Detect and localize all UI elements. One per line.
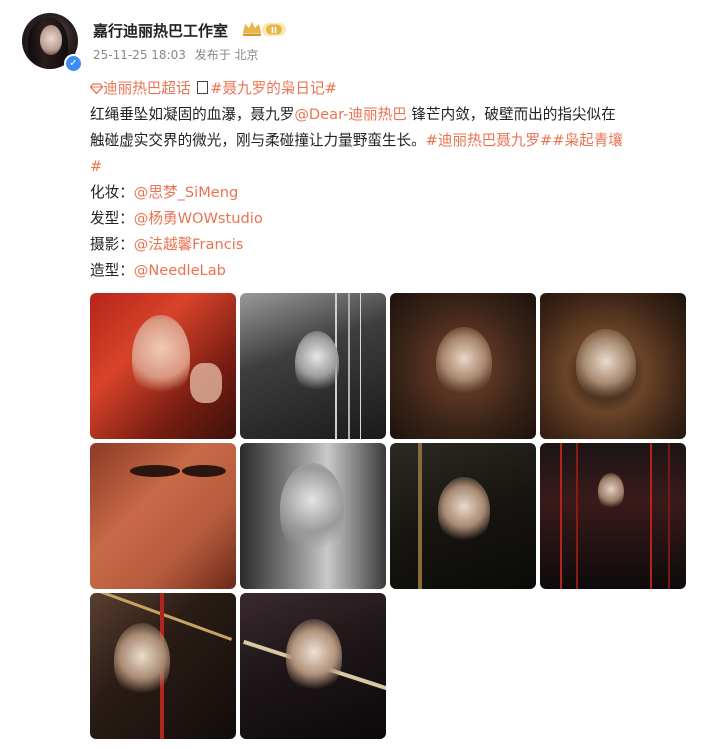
crown-icon [243, 22, 261, 33]
photo-9[interactable] [90, 593, 236, 739]
supertopic-link[interactable]: 迪丽热巴超话 [89, 80, 191, 97]
vip-level: II [271, 26, 277, 35]
diamond-icon [89, 83, 104, 95]
username[interactable]: 嘉行迪丽热巴工作室 [93, 20, 228, 41]
image-grid [90, 293, 688, 739]
credit-makeup: 化妆：@思梦_SiMeng [90, 184, 239, 201]
photo-8[interactable] [540, 443, 686, 589]
post-body: 迪丽热巴超话 #聂九罗的枭日记# 红绳垂坠如凝固的血瀑，聂九罗@Dear-迪丽热… [89, 76, 690, 284]
photo-4[interactable] [540, 293, 686, 439]
vip-badge-icon[interactable]: II [241, 20, 287, 38]
photo-6[interactable] [240, 443, 386, 589]
avatar-face [40, 25, 62, 55]
topic-line: 迪丽热巴超话 #聂九罗的枭日记# [89, 76, 690, 102]
mention-makeup[interactable]: @思梦_SiMeng [134, 184, 238, 201]
topic-link-2[interactable]: #迪丽热巴聂九罗# [426, 132, 553, 149]
mention-hair[interactable]: @杨勇WOWstudio [134, 210, 263, 227]
credit-hair: 发型：@杨勇WOWstudio [90, 210, 263, 227]
photo-5[interactable] [90, 443, 236, 589]
verified-icon: ✓ [64, 54, 83, 73]
mention-styling[interactable]: @NeedleLab [134, 262, 226, 279]
topic-link-3[interactable]: #枭起青壤 [552, 132, 623, 149]
post-text-line-2: 触碰虚实交界的微光，刚与柔碰撞让力量野蛮生长。#迪丽热巴聂九罗##枭起青壤 [90, 132, 623, 149]
mention-photo[interactable]: @法越馨Francis [134, 236, 244, 253]
photo-2[interactable] [240, 293, 386, 439]
credit-styling: 造型：@NeedleLab [90, 262, 226, 279]
topic-link-1[interactable]: #聂九罗的枭日记# [210, 80, 337, 97]
post-text-line-3: # [90, 154, 690, 180]
placeholder-glyph-icon [197, 81, 209, 94]
timestamp[interactable]: 25-11-25 18:03 [93, 48, 186, 62]
post-meta: 25-11-25 18:03 发布于 北京 [93, 46, 264, 63]
location: 发布于 北京 [194, 48, 259, 62]
post-text-line-1: 红绳垂坠如凝固的血瀑，聂九罗@Dear-迪丽热巴 锋芒内敛，破壁而出的指尖似在 [90, 106, 616, 123]
photo-3[interactable] [390, 293, 536, 439]
photo-1[interactable] [90, 293, 236, 439]
photo-7[interactable] [390, 443, 536, 589]
photo-10[interactable] [240, 593, 386, 739]
topic-link-3-tail[interactable]: # [90, 158, 102, 175]
credit-photo: 摄影：@法越馨Francis [90, 236, 244, 253]
mention-dear-dilraba[interactable]: @Dear-迪丽热巴 [294, 106, 406, 123]
